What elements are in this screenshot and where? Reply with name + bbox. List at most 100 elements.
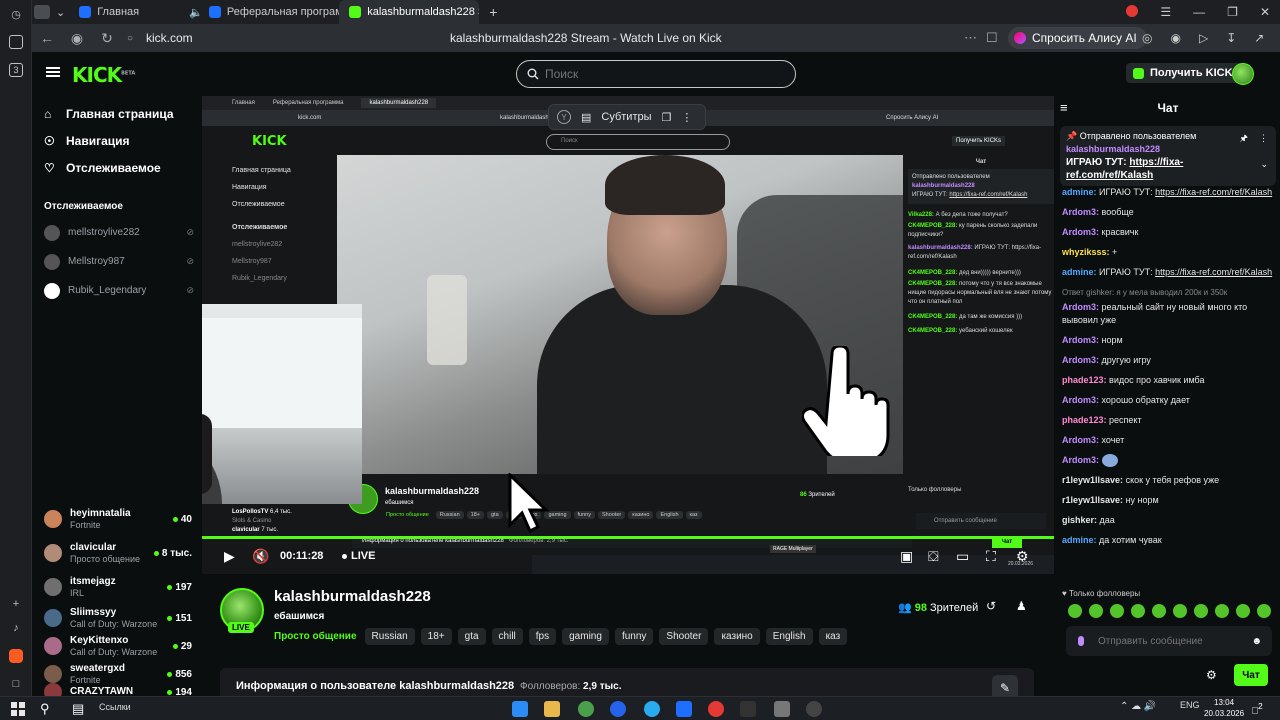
tab-menu-button[interactable]: ⌄: [52, 0, 69, 24]
chat-user[interactable]: Ardom3:: [1062, 355, 1099, 365]
follow-icon[interactable]: ♟: [1016, 599, 1027, 613]
tag[interactable]: казино: [714, 628, 760, 645]
chat-user[interactable]: Ardom3:: [1062, 395, 1099, 405]
share-icon[interactable]: ↗: [1254, 31, 1264, 45]
live-indicator[interactable]: LIVE: [342, 550, 375, 562]
live-channel[interactable]: itsmejagz IRL 197: [32, 570, 202, 604]
bookmark-add-icon[interactable]: ☐: [986, 30, 998, 46]
chat-user[interactable]: Ardom3:: [1062, 207, 1099, 217]
share-icon[interactable]: ↺: [986, 599, 996, 613]
tag[interactable]: funny: [614, 628, 654, 645]
followed-channel[interactable]: mellstroylive282 ⊘: [32, 218, 202, 247]
epic-games-icon[interactable]: [740, 701, 756, 717]
tab-home[interactable]: Главная: [69, 0, 179, 24]
subtitles-popup[interactable]: Y ▤ Субтитры ❐ ⋮: [548, 104, 706, 130]
live-channel[interactable]: heyimnatalia Fortnite 40: [32, 502, 202, 536]
yandex-browser-icon[interactable]: [708, 701, 724, 717]
theater-icon[interactable]: ▭: [956, 548, 969, 565]
chat-user[interactable]: r1leyw1llsave:: [1062, 475, 1123, 485]
menu-icon[interactable]: [46, 67, 60, 77]
task-view-icon[interactable]: ▤: [72, 701, 88, 717]
tag[interactable]: Shooter: [659, 628, 709, 645]
pip-icon[interactable]: ❐: [662, 111, 672, 124]
restore-icon[interactable]: ❐: [1227, 5, 1238, 19]
channel-name[interactable]: kalashburmaldash228: [274, 588, 431, 605]
followed-channel[interactable]: Mellstroy987 ⊘: [32, 247, 202, 276]
video-player[interactable]: Главная Реферальная программа kalashburm…: [202, 96, 1054, 574]
tag[interactable]: gaming: [562, 628, 609, 645]
app-icon[interactable]: [610, 701, 626, 717]
collapse-chat-icon[interactable]: ≡: [1060, 96, 1068, 120]
progress-bar[interactable]: [202, 536, 1054, 539]
emote-icon[interactable]: [1173, 604, 1187, 618]
play-icon[interactable]: ▶: [224, 548, 235, 565]
chat-user[interactable]: admine:: [1062, 267, 1097, 277]
user-avatar[interactable]: [1232, 63, 1254, 85]
emote-icon[interactable]: [1152, 604, 1166, 618]
bookmark-icon[interactable]: ☰: [1160, 5, 1171, 19]
kick-logo[interactable]: KICKBETA: [72, 63, 135, 87]
chrome-icon[interactable]: [578, 701, 594, 717]
chat-user[interactable]: Ardom3:: [1062, 335, 1099, 345]
tab-count-button[interactable]: 3: [0, 56, 32, 84]
notification-icon[interactable]: □2: [1252, 701, 1263, 716]
back-icon[interactable]: ←: [32, 30, 62, 46]
taskbar-search-label[interactable]: Ссылки: [99, 702, 131, 712]
emote-icon[interactable]: [1236, 604, 1250, 618]
window-icon[interactable]: □: [0, 670, 32, 698]
new-tab-button[interactable]: +: [479, 0, 503, 24]
settings-icon[interactable]: ⚙: [1016, 548, 1029, 565]
sidebar-item-navigation[interactable]: ☉ Навигация: [32, 127, 202, 154]
tag[interactable]: English: [765, 628, 813, 645]
url-text[interactable]: kick.com: [146, 31, 193, 45]
app-icon[interactable]: [774, 701, 790, 717]
chat-input[interactable]: [1098, 635, 1248, 647]
search-box[interactable]: [516, 60, 796, 88]
globe-icon[interactable]: ◎: [1142, 31, 1152, 45]
tag[interactable]: каз: [818, 628, 848, 645]
media-icon[interactable]: ▷: [1199, 31, 1208, 45]
more-vert-icon[interactable]: ⋮: [1259, 132, 1268, 145]
subtitles-label[interactable]: Субтитры: [601, 111, 651, 123]
get-kicks-button[interactable]: Получить KICKs: [1126, 63, 1247, 83]
more-icon[interactable]: ⋯: [964, 30, 977, 46]
minimize-icon[interactable]: —: [1193, 5, 1205, 19]
tab-kick[interactable]: kalashburmaldash228 S: [339, 0, 480, 24]
edge-icon[interactable]: [512, 701, 528, 717]
history-icon[interactable]: ◷: [0, 0, 32, 28]
sidebar-item-home[interactable]: ⌂ Главная страница: [32, 100, 202, 127]
emote-icon[interactable]: [1089, 604, 1103, 618]
language-indicator[interactable]: ENG: [1180, 700, 1200, 710]
chat-link[interactable]: https://fixa-ref.com/ref/Kalash: [1155, 187, 1272, 197]
chat-user[interactable]: whyziksss:: [1062, 247, 1110, 257]
chat-user[interactable]: Ardom3:: [1062, 302, 1099, 312]
tiktok-icon[interactable]: ♪: [0, 614, 32, 642]
chat-send-button[interactable]: Чат: [1234, 664, 1268, 686]
obs-icon[interactable]: [806, 701, 822, 717]
chat-user[interactable]: phade123:: [1062, 375, 1107, 385]
vscode-icon[interactable]: [676, 701, 692, 717]
search-icon[interactable]: ⚲: [40, 701, 56, 717]
chat-user[interactable]: admine:: [1062, 187, 1097, 197]
chat-input-box[interactable]: ☻: [1066, 626, 1272, 656]
yandex-logo-icon[interactable]: [1126, 5, 1139, 17]
tag[interactable]: chill: [491, 628, 523, 645]
pip-icon[interactable]: ▣: [900, 548, 913, 565]
tag[interactable]: Russian: [364, 628, 415, 645]
volume-tab[interactable]: [32, 0, 52, 24]
chat-user[interactable]: admine:: [1062, 535, 1097, 545]
tag[interactable]: gta: [457, 628, 486, 645]
emote-icon[interactable]: [1215, 604, 1229, 618]
extension-icon[interactable]: ◉: [1170, 31, 1180, 45]
close-window-icon[interactable]: ✕: [1260, 5, 1270, 19]
clip-icon[interactable]: ⛋: [928, 548, 939, 565]
reload-icon[interactable]: ↻: [92, 30, 122, 47]
emoji-icon[interactable]: ☻: [1251, 636, 1262, 647]
clock[interactable]: 13:04 20.03.2026: [1204, 697, 1244, 719]
chevron-down-icon[interactable]: ⌄: [1260, 158, 1268, 171]
tag[interactable]: 18+: [420, 628, 452, 645]
chat-user[interactable]: r1leyw1llsave:: [1062, 495, 1123, 505]
orange-app-icon[interactable]: [0, 642, 32, 670]
tray-icons[interactable]: ⌃ ☁ 🔊: [1120, 701, 1156, 712]
chat-user[interactable]: gishker:: [1062, 515, 1097, 525]
